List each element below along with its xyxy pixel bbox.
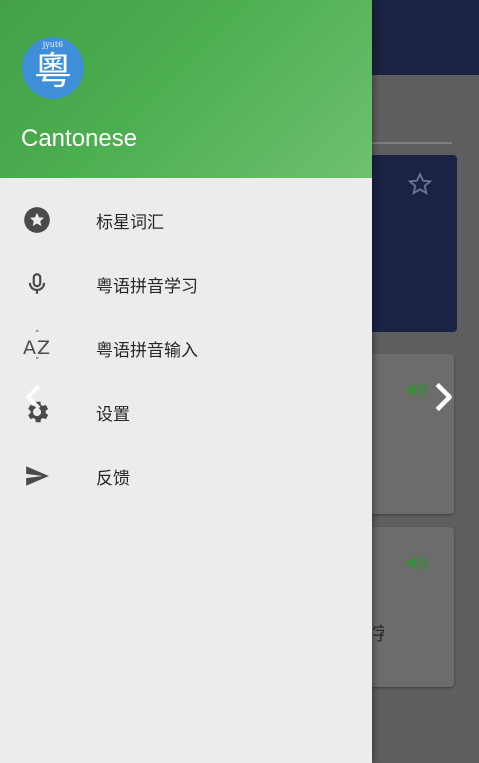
menu-item-jyutping-learning[interactable]: 粤语拼音学习 bbox=[0, 252, 372, 316]
menu-item-settings[interactable]: 设置 bbox=[0, 380, 372, 444]
sort-az-icon: AZ ˄ ˅ bbox=[22, 330, 51, 367]
menu-item-label: 反馈 bbox=[96, 468, 130, 489]
menu-item-label: 设置 bbox=[96, 404, 130, 425]
menu-item-label: 标星词汇 bbox=[96, 212, 164, 233]
speaker-icon[interactable] bbox=[404, 550, 430, 576]
drawer-header: jyut6 粵 Cantonese bbox=[0, 0, 372, 178]
star-circle-icon bbox=[22, 205, 52, 235]
star-outline-icon[interactable] bbox=[406, 170, 434, 198]
menu-item-label: 粤语拼音输入 bbox=[96, 340, 198, 361]
send-icon bbox=[22, 461, 52, 491]
app-name: Cantonese bbox=[21, 125, 138, 152]
card-partial-text: 字 bbox=[372, 624, 384, 645]
navigation-drawer: jyut6 粵 Cantonese 标星词汇 粤语拼音学习 AZ ˄ ˅ 粤语拼… bbox=[0, 0, 372, 763]
main-divider bbox=[372, 142, 452, 144]
sort-az-text: AZ bbox=[22, 337, 51, 359]
menu-item-jyutping-input[interactable]: AZ ˄ ˅ 粤语拼音输入 bbox=[0, 316, 372, 380]
menu-item-starred-words[interactable]: 标星词汇 bbox=[0, 188, 372, 252]
chevron-left-icon[interactable] bbox=[20, 382, 46, 412]
microphone-icon bbox=[22, 269, 52, 299]
logo-character: 粵 bbox=[33, 49, 72, 93]
menu-item-label: 粤语拼音学习 bbox=[96, 276, 198, 297]
drawer-menu: 标星词汇 粤语拼音学习 AZ ˄ ˅ 粤语拼音输入 设置 反馈 bbox=[0, 188, 372, 508]
chevron-right-icon[interactable] bbox=[430, 380, 458, 414]
app-logo: jyut6 粵 bbox=[22, 37, 84, 99]
logo-romanization: jyut6 bbox=[42, 40, 64, 49]
main-app-bar bbox=[372, 0, 479, 75]
speaker-icon[interactable] bbox=[404, 377, 430, 403]
menu-item-feedback[interactable]: 反馈 bbox=[0, 444, 372, 508]
